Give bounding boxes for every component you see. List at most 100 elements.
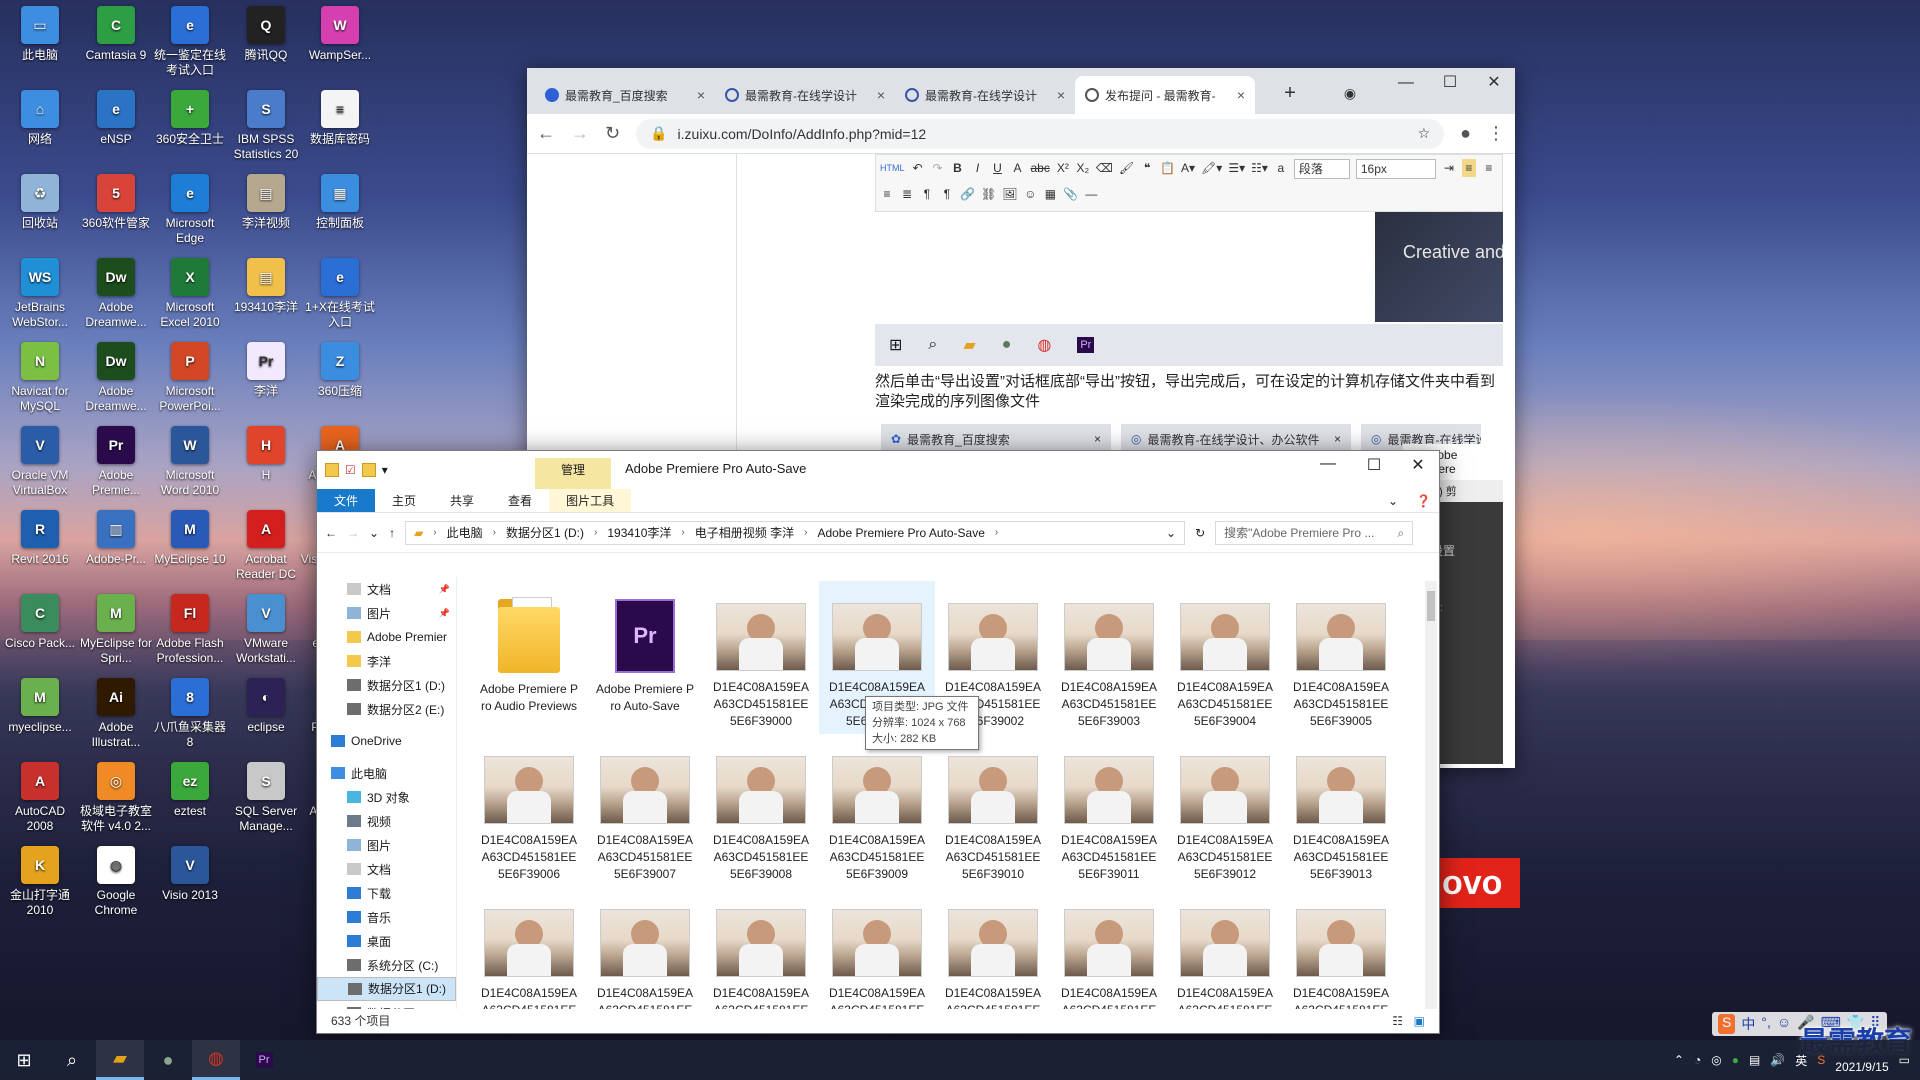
desktop-icon[interactable]: Dw Adobe Dreamwe... bbox=[76, 336, 156, 414]
file-item[interactable]: D1E4C08A159EAA63CD451581EE5E6F39007 bbox=[587, 734, 703, 887]
file-item[interactable]: D1E4C08A159EAA63CD451581EE5E6F39004 bbox=[1167, 581, 1283, 734]
file-list-scrollbar[interactable] bbox=[1425, 581, 1437, 1009]
unlink-icon[interactable]: ⛓ bbox=[981, 185, 996, 203]
minimize-button[interactable]: — bbox=[1383, 68, 1429, 98]
align-right-icon[interactable]: ≡ bbox=[880, 185, 894, 203]
desktop-icon[interactable]: ▭ 此电脑 bbox=[0, 0, 80, 63]
expand-ribbon-icon[interactable]: ⌄ bbox=[1378, 489, 1408, 512]
profile-icon[interactable]: ● bbox=[1460, 123, 1471, 144]
desktop-icon[interactable]: C Camtasia 9 bbox=[76, 0, 156, 63]
desktop-icon[interactable]: V VMware Workstati... bbox=[226, 588, 306, 666]
nav-item[interactable]: 文档 📌 bbox=[317, 577, 456, 601]
file-item[interactable]: D1E4C08A159EAA63CD451581EE5E6F39021 bbox=[1283, 887, 1399, 1009]
breadcrumb-item[interactable]: 193410李洋 bbox=[607, 524, 671, 541]
sogou-icon[interactable]: S bbox=[1817, 1053, 1825, 1067]
recent-locations-icon[interactable]: ⌄ bbox=[369, 526, 379, 540]
nav-item[interactable]: 视频 bbox=[317, 809, 456, 833]
nav-item[interactable]: 图片 bbox=[317, 833, 456, 857]
desktop-icon[interactable]: +360安全卫士 bbox=[150, 84, 230, 147]
notification-icon[interactable]: ▭ bbox=[1899, 1053, 1910, 1067]
file-item[interactable]: D1E4C08A159EAA63CD451581EE5E6F39015 bbox=[587, 887, 703, 1009]
file-item[interactable]: D1E4C08A159EAA63CD451581EE5E6F39020 bbox=[1167, 887, 1283, 1009]
dropdown-arrow-icon[interactable]: ⌄ bbox=[1166, 526, 1176, 540]
maximize-button[interactable]: ☐ bbox=[1351, 455, 1397, 475]
ime-button[interactable]: ☺ bbox=[1777, 1014, 1791, 1034]
strikethrough-icon[interactable]: abc bbox=[1031, 159, 1050, 177]
ime-button[interactable]: 中 bbox=[1741, 1014, 1755, 1034]
file-item[interactable]: D1E4C08A159EAA63CD451581EE5E6F39011 bbox=[1051, 734, 1167, 887]
desktop-icon[interactable]: Pr Adobe Premie... bbox=[76, 420, 156, 498]
desktop-icon[interactable]: M MyEclipse for Spri... bbox=[76, 588, 156, 666]
desktop-icon[interactable]: ▤ 李洋视频 bbox=[226, 168, 306, 231]
font-border-icon[interactable]: A bbox=[1011, 159, 1025, 177]
nav-item[interactable]: 3D 对象 bbox=[317, 785, 456, 809]
desktop-icon[interactable]: e Microsoft Edge bbox=[150, 168, 230, 246]
breadcrumb-item[interactable]: 数据分区1 (D:) bbox=[506, 524, 584, 541]
ribbon-tab-share[interactable]: 共享 bbox=[433, 489, 491, 512]
tray-app-icon[interactable]: ● bbox=[1732, 1053, 1739, 1067]
file-item[interactable]: D1E4C08A159EAA63CD451581EE5E6F39008 bbox=[703, 734, 819, 887]
undo-icon[interactable]: ↶ bbox=[911, 159, 925, 177]
breadcrumb-item[interactable]: 此电脑 bbox=[447, 524, 483, 541]
font-color-icon[interactable]: A▾ bbox=[1181, 159, 1195, 177]
desktop-icon[interactable]: C Cisco Pack... bbox=[0, 588, 80, 651]
taskbar-chrome[interactable]: ◍ bbox=[192, 1040, 240, 1080]
superscript-icon[interactable]: X² bbox=[1056, 159, 1070, 177]
format-brush-icon[interactable]: 🖌 bbox=[1119, 159, 1134, 177]
desktop-icon[interactable]: ▦ 控制面板 bbox=[300, 168, 380, 231]
desktop-icon[interactable]: e 统一鉴定在线考试入口 bbox=[150, 0, 230, 78]
tray-app-icon[interactable]: ◎ bbox=[1711, 1053, 1721, 1067]
desktop-icon[interactable]: X Microsoft Excel 2010 bbox=[150, 252, 230, 330]
nav-item[interactable]: Adobe Premier bbox=[317, 625, 456, 649]
up-arrow-icon[interactable]: ↑ bbox=[389, 526, 395, 540]
nav-item[interactable]: 数据分区2 (E:) bbox=[317, 697, 456, 721]
ime-mode-icon[interactable]: 英 bbox=[1795, 1052, 1807, 1069]
new-tab-button[interactable]: + bbox=[1267, 78, 1313, 108]
indent-icon[interactable]: ⇥ bbox=[1442, 159, 1456, 177]
ime-button[interactable]: °, bbox=[1761, 1014, 1771, 1034]
chrome-tab-1[interactable]: 最需教育_百度搜索 × bbox=[535, 76, 715, 114]
desktop-icon[interactable]: ◍ Google Chrome bbox=[76, 840, 156, 918]
forward-arrow-icon[interactable]: → bbox=[347, 526, 359, 540]
redo-icon[interactable]: ↷ bbox=[931, 159, 945, 177]
desktop-icon[interactable]: M MyEclipse 10 bbox=[150, 504, 230, 567]
nav-item[interactable]: 数据分区1 (D:) bbox=[317, 977, 456, 1001]
chrome-tab-4-active[interactable]: 发布提问 - 最需教育- × bbox=[1075, 76, 1255, 114]
tray-app-icon[interactable]: ◔ bbox=[1694, 1053, 1701, 1067]
paste-icon[interactable]: 📋 bbox=[1160, 159, 1175, 177]
chrome-tab-2[interactable]: 最需教育-在线学设计 × bbox=[715, 76, 895, 114]
close-icon[interactable]: × bbox=[697, 87, 705, 103]
customize-arrow-icon[interactable]: ▾ bbox=[382, 463, 388, 477]
start-button[interactable]: ⊞ bbox=[0, 1040, 48, 1080]
file-item[interactable]: Pr Adobe Premiere Pro Auto-Save bbox=[587, 581, 703, 734]
properties-icon[interactable]: ☑ bbox=[345, 463, 356, 477]
desktop-icon[interactable]: S IBM SPSS Statistics 20 bbox=[226, 84, 306, 162]
desktop-icon[interactable]: Z 360压缩 bbox=[300, 336, 380, 399]
ribbon-tab-picture-tools[interactable]: 图片工具 bbox=[549, 489, 632, 512]
desktop-icon[interactable]: Mmyeclipse... bbox=[0, 672, 80, 735]
align-center-icon[interactable]: ≡ bbox=[1482, 159, 1496, 177]
desktop-icon[interactable]: ≡ 数据库密码 bbox=[300, 84, 380, 147]
reload-icon[interactable]: ↻ bbox=[605, 123, 620, 144]
desktop-icon[interactable]: W WampSer... bbox=[300, 0, 380, 63]
desktop-icon[interactable]: W Microsoft Word 2010 bbox=[150, 420, 230, 498]
font-size-select[interactable]: 16px bbox=[1355, 159, 1436, 179]
desktop-icon[interactable]: e eNSP bbox=[76, 84, 156, 147]
close-window-button[interactable]: ✕ bbox=[1395, 455, 1441, 475]
search-input[interactable]: 搜索"Adobe Premiere Pro ... ⌕ bbox=[1215, 520, 1414, 545]
more-menu-icon[interactable]: ⋮ bbox=[1487, 123, 1505, 144]
bold-icon[interactable]: B bbox=[951, 159, 965, 177]
desktop-icon[interactable]: P Microsoft PowerPoi... bbox=[150, 336, 230, 414]
desktop-icon[interactable]: Fl Adobe Flash Profession... bbox=[150, 588, 230, 666]
new-folder-icon[interactable] bbox=[361, 463, 376, 477]
subscript-icon[interactable]: X₂ bbox=[1076, 159, 1090, 177]
nav-item[interactable]: 图片 📌 bbox=[317, 601, 456, 625]
nav-item[interactable]: 文档 bbox=[317, 857, 456, 881]
desktop-icon[interactable]: ez eztest bbox=[150, 756, 230, 819]
clock[interactable]: 2021/9/15 bbox=[1835, 1046, 1888, 1074]
align-justify-icon[interactable]: ≣ bbox=[900, 185, 914, 203]
table-icon[interactable]: ▦ bbox=[1043, 185, 1057, 203]
desktop-icon[interactable]: 8 八爪鱼采集器 8 bbox=[150, 672, 230, 750]
bookmark-star-icon[interactable]: ☆ bbox=[1418, 125, 1431, 142]
nav-item[interactable]: 系统分区 (C:) bbox=[317, 953, 456, 977]
